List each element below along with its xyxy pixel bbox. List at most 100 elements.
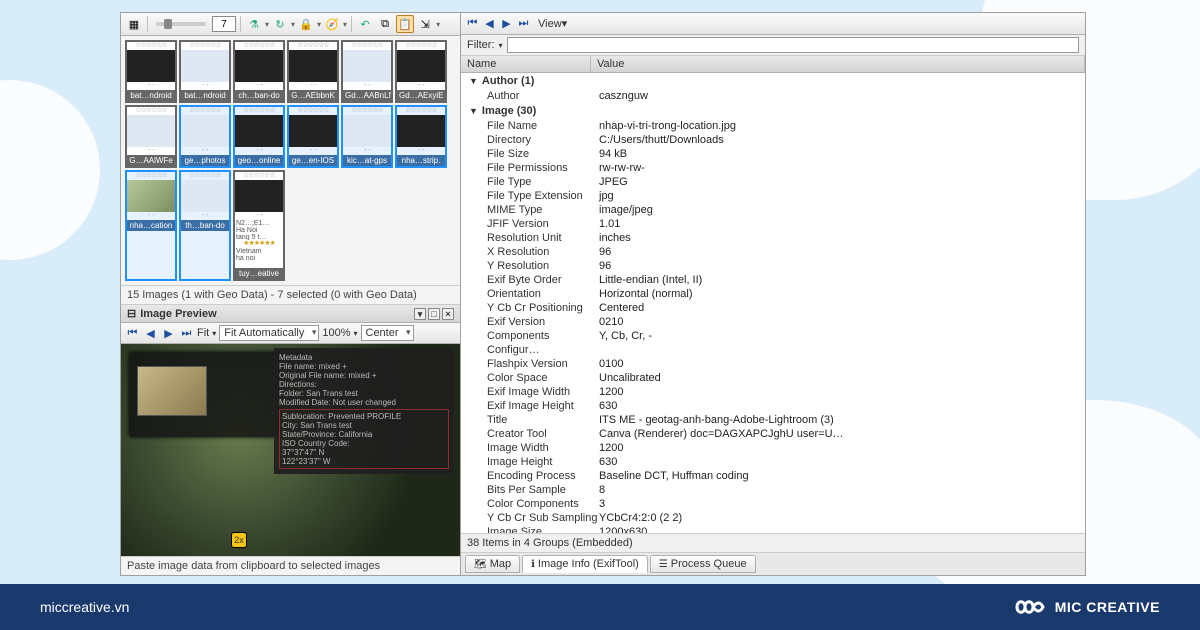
map-icon: 🗺: [474, 559, 487, 570]
thumbnail[interactable]: ☆☆☆☆☆☆- -nha…cation: [125, 170, 177, 281]
meta-row[interactable]: Resolution Unitinches: [461, 231, 1085, 245]
thumbnail[interactable]: ☆☆☆☆☆☆- -bat…ndroid: [125, 40, 177, 103]
meta-row[interactable]: MIME Typeimage/jpeg: [461, 203, 1085, 217]
thumbnail[interactable]: ☆☆☆☆☆☆- -G…AAlWFe: [125, 105, 177, 168]
grid-view-icon[interactable]: ▦: [125, 15, 143, 33]
map-marker-icon[interactable]: 2x: [231, 532, 247, 548]
nav-next-icon[interactable]: ▶: [161, 326, 176, 341]
thumb-columns-input[interactable]: [212, 16, 236, 32]
page-footer: miccreative.vn MIC CREATIVE: [0, 584, 1200, 630]
nav-prev-icon[interactable]: ◀: [143, 326, 158, 341]
fit-mode-select[interactable]: Fit Automatically: [219, 325, 319, 341]
thumbnail-grid: ☆☆☆☆☆☆- -bat…ndroid☆☆☆☆☆☆- -bat…ndroid☆☆…: [121, 36, 460, 285]
refresh-icon[interactable]: ↻: [271, 15, 289, 33]
meta-row[interactable]: JFIF Version1.01: [461, 217, 1085, 231]
center-select[interactable]: Center: [361, 325, 414, 341]
copy-icon[interactable]: ⧉: [376, 15, 394, 33]
dock-icon[interactable]: ▾: [414, 308, 426, 320]
meta-row[interactable]: Y Cb Cr PositioningCentered: [461, 301, 1085, 315]
meta-row[interactable]: Y Resolution96: [461, 259, 1085, 273]
thumb-size-slider[interactable]: [156, 22, 206, 26]
meta-row[interactable]: TitleITS ME - geotag-anh-bang-Adobe-Ligh…: [461, 413, 1085, 427]
thumbnail[interactable]: ☆☆☆☆☆☆- -ge…en-IOS: [287, 105, 339, 168]
thumbnail[interactable]: ☆☆☆☆☆☆- -ge…photos: [179, 105, 231, 168]
tab-map[interactable]: 🗺Map: [465, 555, 520, 573]
meta-column-headers: Name Value: [461, 56, 1085, 73]
thumb-toolbar: ▦ ⚗ ▾ ↻ ▾ 🔒 ▾ 🧭 ▾ ↶ ⧉ 📋 ⇲ ▾: [121, 13, 460, 36]
compass-icon[interactable]: 🧭: [323, 15, 341, 33]
left-pane: ▦ ⚗ ▾ ↻ ▾ 🔒 ▾ 🧭 ▾ ↶ ⧉ 📋 ⇲ ▾ ☆☆☆☆☆☆- -bat…: [121, 13, 461, 575]
nav-first-icon[interactable]: ⏮: [465, 16, 480, 31]
filter-icon[interactable]: ⚗: [245, 15, 263, 33]
thumbnail[interactable]: ☆☆☆☆☆☆- -bat…ndroid: [179, 40, 231, 103]
thumbnail[interactable]: ☆☆☆☆☆☆- -kic…at-gps: [341, 105, 393, 168]
thumb-label: G…AAlWFe: [127, 155, 175, 166]
meta-row[interactable]: Image Width1200: [461, 441, 1085, 455]
col-name[interactable]: Name: [461, 56, 591, 72]
meta-row[interactable]: Encoding ProcessBaseline DCT, Huffman co…: [461, 469, 1085, 483]
thumbnail[interactable]: ☆☆☆☆☆☆- -th…ban-do: [179, 170, 231, 281]
grid-status-text: 15 Images (1 with Geo Data) - 7 selected…: [121, 285, 460, 304]
meta-row[interactable]: DirectoryC:/Users/thutt/Downloads: [461, 133, 1085, 147]
nav-prev-icon[interactable]: ◀: [482, 16, 497, 31]
nav-first-icon[interactable]: ⏮: [125, 326, 140, 341]
metadata-list[interactable]: ▼ Author (1)Authorcasznguw▼ Image (30)Fi…: [461, 73, 1085, 533]
paste-icon[interactable]: 📋: [396, 15, 414, 33]
thumbnail[interactable]: ☆☆☆☆☆☆- -G…AEbbnK: [287, 40, 339, 103]
meta-row[interactable]: Y Cb Cr Sub SamplingYCbCr4:2:0 (2 2): [461, 511, 1085, 525]
thumb-label: bat…ndroid: [181, 90, 229, 101]
queue-icon: ☰: [659, 559, 668, 570]
meta-row[interactable]: File Namenhap-vi-tri-trong-location.jpg: [461, 119, 1085, 133]
undo-icon[interactable]: ↶: [356, 15, 374, 33]
lock-icon[interactable]: 🔒: [297, 15, 315, 33]
meta-row[interactable]: File Permissionsrw-rw-rw-: [461, 161, 1085, 175]
tab-image-info[interactable]: ℹImage Info (ExifTool): [522, 555, 648, 573]
filter-row: Filter:▾: [461, 35, 1085, 56]
meta-row[interactable]: Flashpix Version0100: [461, 357, 1085, 371]
maximize-icon[interactable]: □: [428, 308, 440, 320]
thumbnail[interactable]: ☆☆☆☆☆☆- -Gd…AABnLf: [341, 40, 393, 103]
thumb-label: th…ban-do: [181, 220, 229, 231]
nav-last-icon[interactable]: ⏭: [516, 16, 531, 31]
meta-row[interactable]: Color Components3: [461, 497, 1085, 511]
meta-row[interactable]: File TypeJPEG: [461, 175, 1085, 189]
meta-row[interactable]: Image Size1200x630: [461, 525, 1085, 533]
col-value[interactable]: Value: [591, 56, 1085, 72]
view-menu-button[interactable]: View▾: [533, 15, 572, 32]
tab-process-queue[interactable]: ☰Process Queue: [650, 555, 756, 573]
thumbnail[interactable]: ☆☆☆☆☆☆- -geo…online: [233, 105, 285, 168]
thumbnail[interactable]: ☆☆☆☆☆☆- -Gd…AExyiE: [395, 40, 447, 103]
meta-row[interactable]: File Type Extensionjpg: [461, 189, 1085, 203]
collapse-icon[interactable]: ⊟: [127, 307, 136, 320]
preview-viewport[interactable]: MetadataFile name: mixed +Original File …: [121, 344, 460, 556]
thumbnail[interactable]: ☆☆☆☆☆☆- -N2…;E1…Ha Noitang 5 t…★★★★★★Vie…: [233, 170, 285, 281]
thumbnail[interactable]: ☆☆☆☆☆☆- -ch…ban-do: [233, 40, 285, 103]
meta-row[interactable]: Exif Byte OrderLittle-endian (Intel, II): [461, 273, 1085, 287]
meta-row[interactable]: Creator ToolCanva (Renderer) doc=DAGXAPC…: [461, 427, 1085, 441]
preview-metadata-overlay: MetadataFile name: mixed +Original File …: [274, 348, 454, 474]
nav-last-icon[interactable]: ⏭: [179, 326, 194, 341]
meta-group-header[interactable]: ▼ Author (1): [461, 73, 1085, 89]
meta-row[interactable]: OrientationHorizontal (normal): [461, 287, 1085, 301]
export-icon[interactable]: ⇲: [416, 15, 434, 33]
close-icon[interactable]: ×: [442, 308, 454, 320]
thumbnail[interactable]: ☆☆☆☆☆☆- -nha…strip.: [395, 105, 447, 168]
meta-row[interactable]: Exif Version0210: [461, 315, 1085, 329]
filter-label: Filter:: [467, 39, 495, 51]
meta-row[interactable]: Color SpaceUncalibrated: [461, 371, 1085, 385]
nav-next-icon[interactable]: ▶: [499, 16, 514, 31]
meta-row[interactable]: Authorcasznguw: [461, 89, 1085, 103]
meta-row[interactable]: X Resolution96: [461, 245, 1085, 259]
meta-row[interactable]: Exif Image Width1200: [461, 385, 1085, 399]
fit-label: Fit: [197, 327, 209, 339]
thumb-label: geo…online: [235, 155, 283, 166]
thumb-label: Gd…AABnLf: [343, 90, 391, 101]
meta-row[interactable]: Exif Image Height630: [461, 399, 1085, 413]
filter-input[interactable]: [507, 37, 1079, 53]
meta-row[interactable]: Bits Per Sample8: [461, 483, 1085, 497]
info-icon: ℹ: [531, 559, 535, 570]
meta-row[interactable]: File Size94 kB: [461, 147, 1085, 161]
meta-row[interactable]: Image Height630: [461, 455, 1085, 469]
meta-group-header[interactable]: ▼ Image (30): [461, 103, 1085, 119]
meta-row[interactable]: Components Configur…Y, Cb, Cr, -: [461, 329, 1085, 357]
